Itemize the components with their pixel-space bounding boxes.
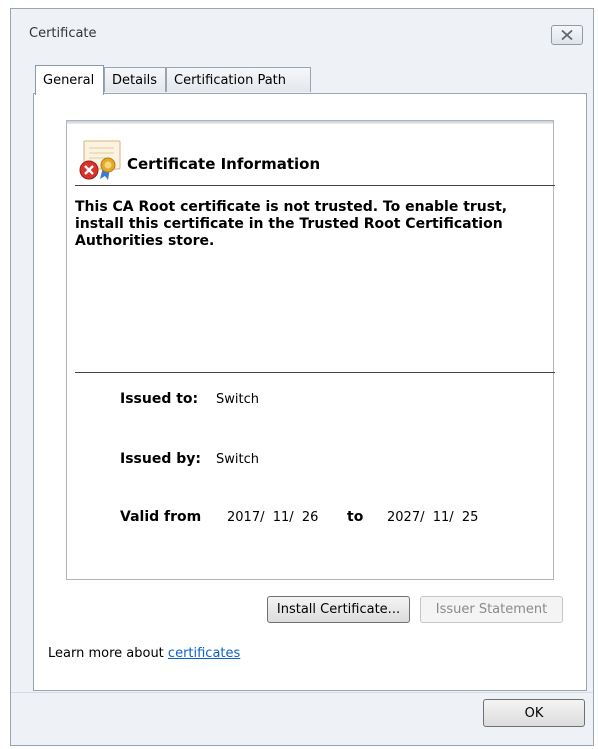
certificate-error-icon xyxy=(79,140,121,180)
install-certificate-button[interactable]: Install Certificate... xyxy=(267,596,410,623)
certificate-info-heading: Certificate Information xyxy=(127,155,321,173)
issuer-statement-label: Issuer Statement xyxy=(435,602,548,617)
valid-from-label: Valid from xyxy=(120,509,202,525)
issued-to-label: Issued to: xyxy=(120,391,199,407)
issued-by-value: Switch xyxy=(216,452,259,467)
details-divider xyxy=(75,372,555,373)
trust-warning-text: This CA Root certificate is not trusted.… xyxy=(75,199,508,249)
learn-more-text: Learn more about certificates xyxy=(48,646,240,661)
close-button[interactable] xyxy=(551,25,583,45)
ok-button[interactable]: OK xyxy=(483,699,585,727)
install-certificate-label: Install Certificate... xyxy=(276,602,401,617)
window-title: Certificate xyxy=(29,26,97,41)
tab-general[interactable]: General xyxy=(35,65,104,95)
valid-to-date: 2027/ 11/ 25 xyxy=(387,510,479,525)
certificate-info-box: Certificate Information This CA Root cer… xyxy=(66,120,555,580)
close-icon xyxy=(561,30,573,40)
heading-divider xyxy=(75,185,555,186)
certificate-dialog: Certificate General Details Certificatio… xyxy=(10,8,594,746)
valid-to-label: to xyxy=(347,509,364,525)
tab-certification-path-label: Certification Path xyxy=(174,72,287,88)
tab-strip: General Details Certification Path xyxy=(35,65,595,95)
issuer-statement-button[interactable]: Issuer Statement xyxy=(420,596,563,623)
valid-from-date: 2017/ 11/ 26 xyxy=(227,510,319,525)
issued-to-value: Switch xyxy=(216,392,259,407)
tab-details-label: Details xyxy=(112,72,158,88)
footer-separator xyxy=(11,692,593,693)
ok-label: OK xyxy=(524,705,544,721)
certificates-link[interactable]: certificates xyxy=(168,646,240,661)
tab-certification-path[interactable]: Certification Path xyxy=(166,67,311,92)
issued-by-label: Issued by: xyxy=(120,451,201,467)
tab-details[interactable]: Details xyxy=(104,67,166,92)
learn-more-prefix: Learn more about xyxy=(48,646,168,661)
general-tab-panel: Certificate Information This CA Root cer… xyxy=(33,93,587,691)
title-bar: Certificate xyxy=(11,9,593,55)
tab-general-label: General xyxy=(43,73,95,88)
